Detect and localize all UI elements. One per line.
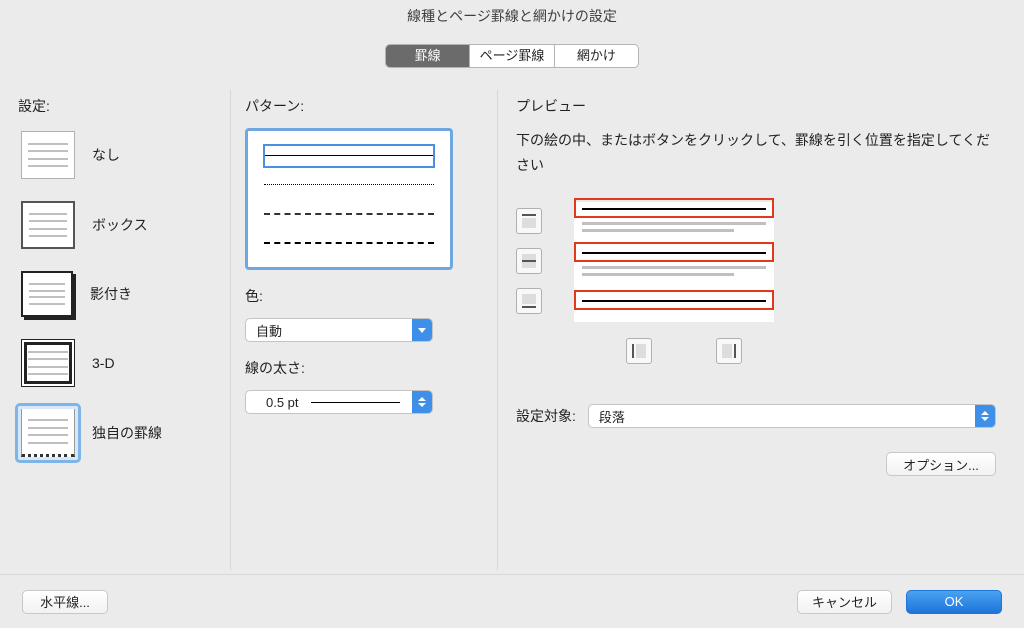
apply-to-select[interactable]: 段落 xyxy=(588,404,996,428)
chevron-down-icon xyxy=(412,319,432,341)
apply-to-value: 段落 xyxy=(599,407,625,426)
pattern-solid[interactable] xyxy=(264,145,434,167)
border-right-toggle[interactable] xyxy=(716,338,742,364)
width-select[interactable]: 0.5 pt xyxy=(245,390,433,414)
preset-shadow[interactable]: 影付き xyxy=(18,268,220,320)
apply-to-label: 設定対象: xyxy=(516,406,576,426)
border-left-toggle[interactable] xyxy=(626,338,652,364)
border-middle-toggle[interactable] xyxy=(516,248,542,274)
tab-shading[interactable]: 網かけ xyxy=(555,45,638,67)
horizontal-line-button[interactable]: 水平線... xyxy=(22,590,108,614)
pattern-dotted[interactable] xyxy=(264,174,434,196)
pattern-dashed-wide[interactable] xyxy=(264,203,434,225)
tab-bar: 罫線 ページ罫線 網かけ xyxy=(385,44,639,68)
window-title: 線種とページ罫線と網かけの設定 xyxy=(0,0,1024,26)
style-column: パターン: 色: 自動 線の太さ: 0.5 pt xyxy=(230,90,498,570)
pattern-heading: パターン: xyxy=(245,96,487,116)
pattern-list[interactable] xyxy=(245,128,453,270)
preview-column: プレビュー 下の絵の中、またはボタンをクリックして、罫線を引く位置を指定してくだ… xyxy=(498,90,1024,570)
dialog-window: 線種とページ罫線と網かけの設定 罫線 ページ罫線 網かけ 設定: なし ボックス… xyxy=(0,0,1024,628)
preset-custom[interactable]: 独自の罫線 xyxy=(18,406,220,460)
preset-3d[interactable]: 3-D xyxy=(18,336,220,390)
preset-none[interactable]: なし xyxy=(18,128,220,182)
border-top-toggle[interactable] xyxy=(516,208,542,234)
preview-canvas[interactable] xyxy=(574,202,774,322)
cancel-button[interactable]: キャンセル xyxy=(797,590,892,614)
preset-label: 独自の罫線 xyxy=(92,423,162,443)
dialog-body: 設定: なし ボックス 影付き 3-D 独自の罫線 xyxy=(0,90,1024,570)
tab-page-border[interactable]: ページ罫線 xyxy=(470,45,554,67)
preview-heading: プレビュー xyxy=(516,96,996,116)
color-select[interactable]: 自動 xyxy=(245,318,433,342)
stepper-icon xyxy=(975,405,995,427)
preset-label: 3-D xyxy=(92,355,115,371)
preset-label: 影付き xyxy=(90,284,132,304)
width-heading: 線の太さ: xyxy=(245,358,487,378)
stepper-icon xyxy=(412,391,432,413)
color-value: 自動 xyxy=(256,321,282,340)
preset-label: ボックス xyxy=(92,215,148,235)
settings-column: 設定: なし ボックス 影付き 3-D 独自の罫線 xyxy=(0,90,230,570)
dialog-footer: 水平線... キャンセル OK xyxy=(0,574,1024,628)
options-button[interactable]: オプション... xyxy=(886,452,996,476)
preset-box[interactable]: ボックス xyxy=(18,198,220,252)
preset-label: なし xyxy=(92,145,120,165)
border-bottom-toggle[interactable] xyxy=(516,288,542,314)
tab-borders[interactable]: 罫線 xyxy=(386,45,470,67)
ok-button[interactable]: OK xyxy=(906,590,1002,614)
settings-heading: 設定: xyxy=(18,96,220,116)
pattern-dashed[interactable] xyxy=(264,232,434,254)
preview-area xyxy=(516,198,856,368)
width-value: 0.5 pt xyxy=(266,395,299,410)
color-heading: 色: xyxy=(245,286,487,306)
preview-help: 下の絵の中、またはボタンをクリックして、罫線を引く位置を指定してください xyxy=(516,128,996,178)
